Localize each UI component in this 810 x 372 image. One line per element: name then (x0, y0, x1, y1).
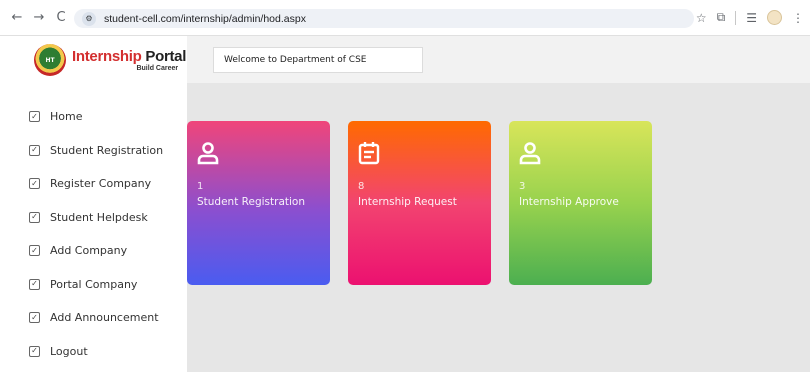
checkbox-icon: ✓ (29, 312, 40, 324)
address-bar[interactable]: ⚙ student-cell.com/internship/admin/hod.… (74, 9, 694, 28)
sidebar-item-portal-company[interactable]: ✓ Portal Company (0, 268, 187, 302)
sidebar-item-label: Portal Company (50, 277, 138, 291)
sidebar-item-label: Student Registration (50, 143, 164, 157)
sidebar: HT Internship Portal Build Career ✓ Home… (0, 36, 187, 372)
welcome-banner: Welcome to Department of CSE (213, 47, 423, 73)
checkbox-icon: ✓ (29, 144, 40, 156)
reload-icon[interactable]: C (52, 9, 70, 27)
card-label: Internship Request (358, 196, 457, 208)
logo-title-accent: Internship (72, 47, 142, 65)
back-icon[interactable]: ← (8, 9, 26, 27)
logo-title: Internship Portal (72, 47, 187, 65)
sidebar-item-label: Add Announcement (50, 311, 159, 325)
sidebar-item-label: Register Company (50, 177, 152, 191)
checkbox-icon: ✓ (29, 278, 40, 290)
url-text[interactable]: student-cell.com/internship/admin/hod.as… (104, 13, 306, 25)
portal-logo[interactable]: HT Internship Portal Build Career (0, 36, 187, 84)
card-count: 8 (358, 181, 365, 192)
user-icon (197, 141, 320, 169)
card-label: Student Registration (197, 196, 305, 208)
sidebar-item-add-company[interactable]: ✓ Add Company (0, 234, 187, 268)
toolbar-divider (735, 10, 737, 25)
card-student-registration[interactable]: 1 Student Registration (187, 121, 330, 285)
site-info-icon[interactable]: ⚙ (82, 11, 96, 26)
checkbox-icon: ✓ (29, 178, 40, 190)
browser-menu-icon[interactable]: ⋮ (792, 11, 804, 25)
sidebar-item-student-helpdesk[interactable]: ✓ Student Helpdesk (0, 201, 187, 235)
forward-icon[interactable]: → (30, 9, 48, 27)
bookmark-star-icon[interactable]: ☆ (696, 11, 707, 25)
sidebar-item-add-announcement[interactable]: ✓ Add Announcement (0, 301, 187, 335)
sidebar-item-label: Add Company (50, 244, 128, 258)
browser-actions: ☆ ⧉ ☰ ⋮ (696, 10, 804, 25)
checkbox-icon: ✓ (29, 111, 40, 123)
emblem-text: HT (45, 56, 55, 64)
card-count: 3 (519, 181, 526, 192)
card-internship-request[interactable]: 8 Internship Request (348, 121, 491, 285)
checkbox-icon: ✓ (29, 245, 40, 257)
logo-text: Internship Portal Build Career (72, 47, 187, 72)
checkbox-icon: ✓ (29, 345, 40, 357)
top-header: Welcome to Department of CSE (187, 36, 810, 83)
logo-subtitle: Build Career (136, 64, 179, 72)
college-emblem-icon: HT (34, 44, 66, 76)
sidebar-item-student-registration[interactable]: ✓ Student Registration (0, 134, 187, 168)
sidebar-item-label: Student Helpdesk (50, 210, 148, 224)
profile-avatar[interactable] (767, 10, 782, 25)
checkbox-icon: ✓ (29, 211, 40, 223)
calendar-icon (358, 141, 481, 169)
logo-title-rest: Portal (141, 47, 187, 65)
sidebar-menu: ✓ Home ✓ Student Registration ✓ Register… (0, 100, 187, 368)
card-internship-approve[interactable]: 3 Internship Approve (509, 121, 652, 285)
browser-toolbar: ← → C ⚙ student-cell.com/internship/admi… (0, 0, 810, 36)
welcome-text: Welcome to Department of CSE (224, 55, 367, 65)
sidebar-item-register-company[interactable]: ✓ Register Company (0, 167, 187, 201)
sidebar-item-logout[interactable]: ✓ Logout (0, 335, 187, 369)
sidebar-item-home[interactable]: ✓ Home (0, 100, 187, 134)
sidebar-item-label: Logout (50, 344, 88, 358)
card-count: 1 (197, 181, 204, 192)
extensions-icon[interactable]: ⧉ (717, 10, 726, 25)
reading-list-icon[interactable]: ☰ (746, 11, 757, 25)
card-label: Internship Approve (519, 196, 619, 208)
user-icon (519, 141, 642, 169)
sidebar-item-label: Home (50, 110, 83, 124)
